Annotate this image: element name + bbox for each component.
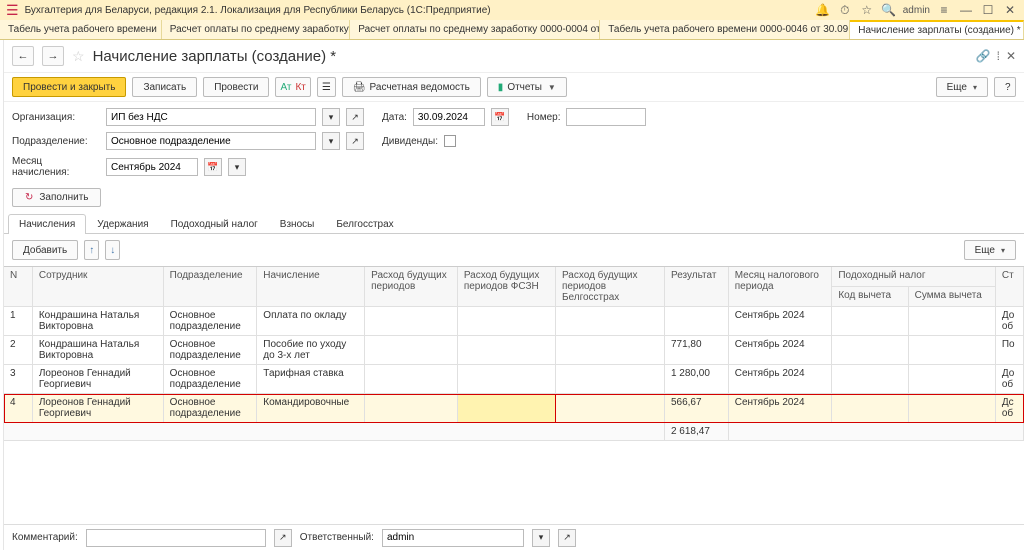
- document-tab[interactable]: Табель учета рабочего времени✕: [0, 20, 162, 39]
- post-and-close-button[interactable]: Провести и закрыть: [12, 77, 126, 97]
- add-row-button[interactable]: Добавить: [12, 240, 78, 260]
- history-icon[interactable]: ⏱: [837, 2, 853, 18]
- comment-open-button[interactable]: ↗: [274, 529, 292, 547]
- org-open-button[interactable]: ↗: [346, 108, 364, 126]
- subtab[interactable]: Белгосстрах: [325, 214, 404, 234]
- app-title: Бухгалтерия для Беларуси, редакция 2.1. …: [25, 5, 491, 16]
- action-toolbar: Провести и закрыть Записать Провести АтК…: [4, 73, 1024, 102]
- dividends-checkbox[interactable]: [444, 135, 456, 147]
- minimize-icon[interactable]: —: [958, 2, 974, 18]
- table-row[interactable]: 1Кондрашина Наталья ВикторовнаОсновное п…: [4, 307, 1024, 336]
- dept-input[interactable]: [106, 132, 316, 150]
- org-select-button[interactable]: ▾: [322, 108, 340, 126]
- comment-label: Комментарий:: [12, 532, 78, 543]
- col-dept[interactable]: Подразделение: [163, 267, 257, 307]
- dept-open-button[interactable]: ↗: [346, 132, 364, 150]
- app-menu-icon[interactable]: ☰: [6, 2, 19, 19]
- page-title: Начисление зарплаты (создание) *: [93, 48, 337, 65]
- col-rbp[interactable]: Расход будущих периодов: [365, 267, 458, 307]
- pin-icon[interactable]: ⁞: [997, 49, 1000, 63]
- help-button[interactable]: ?: [994, 77, 1016, 97]
- total-result: 2 618,47: [664, 423, 728, 441]
- post-button[interactable]: Провести: [203, 77, 269, 97]
- close-page-icon[interactable]: ✕: [1006, 49, 1016, 63]
- col-pn[interactable]: Подоходный налог: [832, 267, 996, 286]
- dk-button[interactable]: АтКт: [275, 77, 310, 97]
- col-accrual[interactable]: Начисление: [257, 267, 365, 307]
- date-input[interactable]: [413, 108, 485, 126]
- col-result[interactable]: Результат: [664, 267, 728, 307]
- document-tabs: Табель учета рабочего времени✕Расчет опл…: [0, 20, 1024, 40]
- dept-label: Подразделение:: [12, 136, 100, 147]
- subtabs: НачисленияУдержанияПодоходный налогВзнос…: [4, 213, 1024, 234]
- col-employee[interactable]: Сотрудник: [32, 267, 163, 307]
- footer-bar: Комментарий: ↗ Ответственный: ▾ ↗: [4, 524, 1024, 550]
- chevron-down-icon: ▼: [548, 83, 556, 92]
- col-rbp-bgs[interactable]: Расход будущих периодов Белгосстрах: [555, 267, 664, 307]
- col-pn-code[interactable]: Код вычета: [832, 286, 908, 306]
- back-button[interactable]: ←: [12, 46, 34, 66]
- table-row[interactable]: 4Лореонов Геннадий ГеоргиевичОсновное по…: [4, 394, 1024, 423]
- grid-more-button[interactable]: Еще▾: [964, 240, 1016, 260]
- month-picker-button[interactable]: 📅: [204, 158, 222, 176]
- page-header: ← → ☆ Начисление зарплаты (создание) * 🔗…: [4, 40, 1024, 73]
- tools-icon[interactable]: ≡: [936, 2, 952, 18]
- favorite-icon[interactable]: ☆: [72, 48, 85, 65]
- subtab[interactable]: Взносы: [269, 214, 326, 234]
- table-row[interactable]: 2Кондрашина Наталья ВикторовнаОсновное п…: [4, 336, 1024, 365]
- maximize-icon[interactable]: ☐: [980, 2, 996, 18]
- date-picker-button[interactable]: 📅: [491, 108, 509, 126]
- org-label: Организация:: [12, 112, 100, 123]
- number-label: Номер:: [527, 112, 561, 123]
- table-row[interactable]: 3Лореонов Геннадий ГеоргиевичОсновное по…: [4, 365, 1024, 394]
- subtab[interactable]: Подоходный налог: [160, 214, 269, 234]
- number-input[interactable]: [566, 108, 646, 126]
- more-button[interactable]: Еще▾: [936, 77, 988, 97]
- structure-button[interactable]: ☰: [317, 77, 336, 97]
- col-rbp-fszn[interactable]: Расход будущих периодов ФСЗН: [457, 267, 555, 307]
- col-n[interactable]: N: [4, 267, 32, 307]
- document-tab[interactable]: Расчет оплаты по среднему заработку✕: [162, 20, 351, 39]
- dept-select-button[interactable]: ▾: [322, 132, 340, 150]
- fill-icon: ↻: [25, 192, 33, 203]
- write-button[interactable]: Записать: [132, 77, 197, 97]
- responsible-select-button[interactable]: ▾: [532, 529, 550, 547]
- search-icon[interactable]: 🔍: [881, 2, 897, 18]
- fill-button[interactable]: ↻ Заполнить: [12, 188, 101, 207]
- org-input[interactable]: [106, 108, 316, 126]
- subtab[interactable]: Удержания: [86, 214, 159, 234]
- content-area: ← → ☆ Начисление зарплаты (создание) * 🔗…: [4, 40, 1024, 550]
- responsible-open-button[interactable]: ↗: [558, 529, 576, 547]
- grid[interactable]: N Сотрудник Подразделение Начисление Рас…: [4, 266, 1024, 550]
- star-icon[interactable]: ☆: [859, 2, 875, 18]
- user-label[interactable]: admin: [903, 5, 930, 16]
- report-icon: ▮: [498, 82, 504, 93]
- move-up-button[interactable]: ↑: [84, 240, 99, 260]
- document-tab[interactable]: Расчет оплаты по среднему заработку 0000…: [350, 20, 600, 39]
- col-pn-sum[interactable]: Сумма вычета: [908, 286, 995, 306]
- close-icon[interactable]: ✕: [1002, 2, 1018, 18]
- reports-button[interactable]: ▮Отчеты▼: [487, 77, 567, 97]
- responsible-label: Ответственный:: [300, 532, 374, 543]
- month-label: Месяц начисления:: [12, 156, 100, 178]
- document-tab[interactable]: Начисление зарплаты (создание) *✕: [850, 20, 1024, 39]
- bell-icon[interactable]: 🔔: [815, 2, 831, 18]
- move-down-button[interactable]: ↓: [105, 240, 120, 260]
- print-icon: 🖨: [353, 82, 366, 93]
- document-tab[interactable]: Табель учета рабочего времени 0000-0046 …: [600, 20, 850, 39]
- month-step-button[interactable]: ▾: [228, 158, 246, 176]
- forward-button[interactable]: →: [42, 46, 64, 66]
- responsible-input[interactable]: [382, 529, 524, 547]
- dividends-label: Дивиденды:: [382, 136, 438, 147]
- link-icon[interactable]: 🔗: [976, 49, 991, 63]
- subtab[interactable]: Начисления: [8, 214, 86, 234]
- date-label: Дата:: [382, 112, 407, 123]
- col-tax-month[interactable]: Месяц налогового периода: [728, 267, 832, 307]
- comment-input[interactable]: [86, 529, 266, 547]
- titlebar: ☰ Бухгалтерия для Беларуси, редакция 2.1…: [0, 0, 1024, 20]
- calc-sheet-button[interactable]: 🖨Расчетная ведомость: [342, 77, 481, 97]
- col-stage[interactable]: Ст: [995, 267, 1023, 307]
- month-input[interactable]: [106, 158, 198, 176]
